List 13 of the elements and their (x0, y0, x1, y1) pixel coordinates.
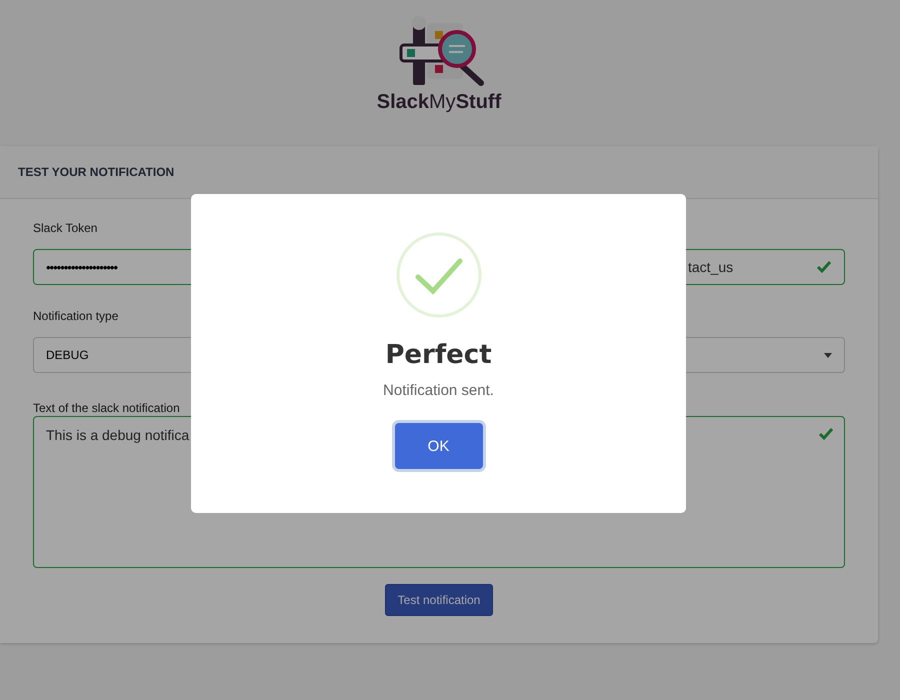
check-icon (818, 427, 834, 441)
ok-button[interactable]: OK (394, 423, 482, 469)
field-label: Notification type (33, 309, 120, 325)
dialog-title: Perfect (385, 340, 492, 370)
field-label: Text of the slack notification (33, 401, 180, 415)
field-label: Slack Token (33, 221, 98, 237)
logo-text: SlackMyStuff (376, 91, 502, 114)
card-title: TEST YOUR NOTIFICATION (18, 165, 174, 179)
caret-icon (824, 352, 832, 358)
dialog-message: Notification sent. (383, 382, 494, 399)
test-notification-button[interactable]: Test notification (384, 584, 494, 616)
success-check-icon (396, 232, 482, 318)
check-icon (816, 260, 832, 274)
